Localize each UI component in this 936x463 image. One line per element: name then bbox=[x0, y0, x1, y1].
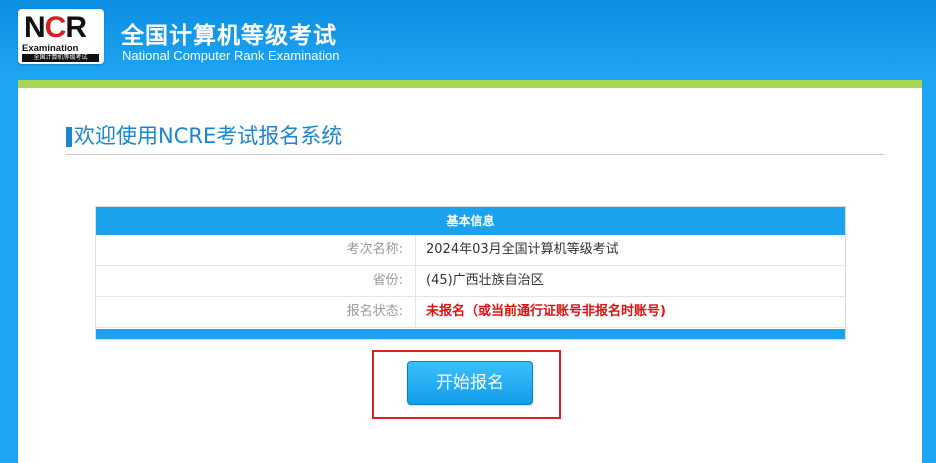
info-label: 考次名称: bbox=[96, 235, 416, 265]
basic-info-table: 基本信息 考次名称: 2024年03月全国计算机等级考试 省份: (45)广西壮… bbox=[95, 206, 846, 340]
logo-sub: Examination bbox=[22, 43, 79, 54]
logo-letters: NCR bbox=[24, 11, 87, 44]
logo-bar: 全国计算机等级考试 bbox=[22, 54, 99, 62]
info-value: 2024年03月全国计算机等级考试 bbox=[426, 242, 619, 257]
page-title: 欢迎使用NCRE考试报名系统 bbox=[74, 124, 343, 148]
site-title: 全国计算机等级考试 bbox=[121, 23, 337, 49]
info-row-province: 省份: (45)广西壮族自治区 bbox=[96, 266, 845, 297]
info-row-exam: 考次名称: 2024年03月全国计算机等级考试 bbox=[96, 235, 845, 266]
start-registration-button[interactable]: 开始报名 bbox=[407, 361, 533, 405]
info-footer bbox=[96, 329, 845, 339]
green-band bbox=[18, 80, 922, 88]
site-subtitle: National Computer Rank Examination bbox=[122, 48, 340, 63]
info-label: 报名状态: bbox=[96, 297, 416, 327]
info-header: 基本信息 bbox=[96, 207, 845, 235]
header: NCR Examination 全国计算机等级考试 全国计算机等级考试 Nati… bbox=[0, 0, 936, 80]
info-label: 省份: bbox=[96, 266, 416, 296]
divider bbox=[66, 154, 884, 155]
info-row-status: 报名状态: 未报名（或当前通行证账号非报名时账号) bbox=[96, 297, 845, 328]
info-value: (45)广西壮族自治区 bbox=[426, 273, 544, 288]
status-value: 未报名（或当前通行证账号非报名时账号) bbox=[426, 304, 666, 319]
ncre-logo: NCR Examination 全国计算机等级考试 bbox=[18, 9, 104, 64]
